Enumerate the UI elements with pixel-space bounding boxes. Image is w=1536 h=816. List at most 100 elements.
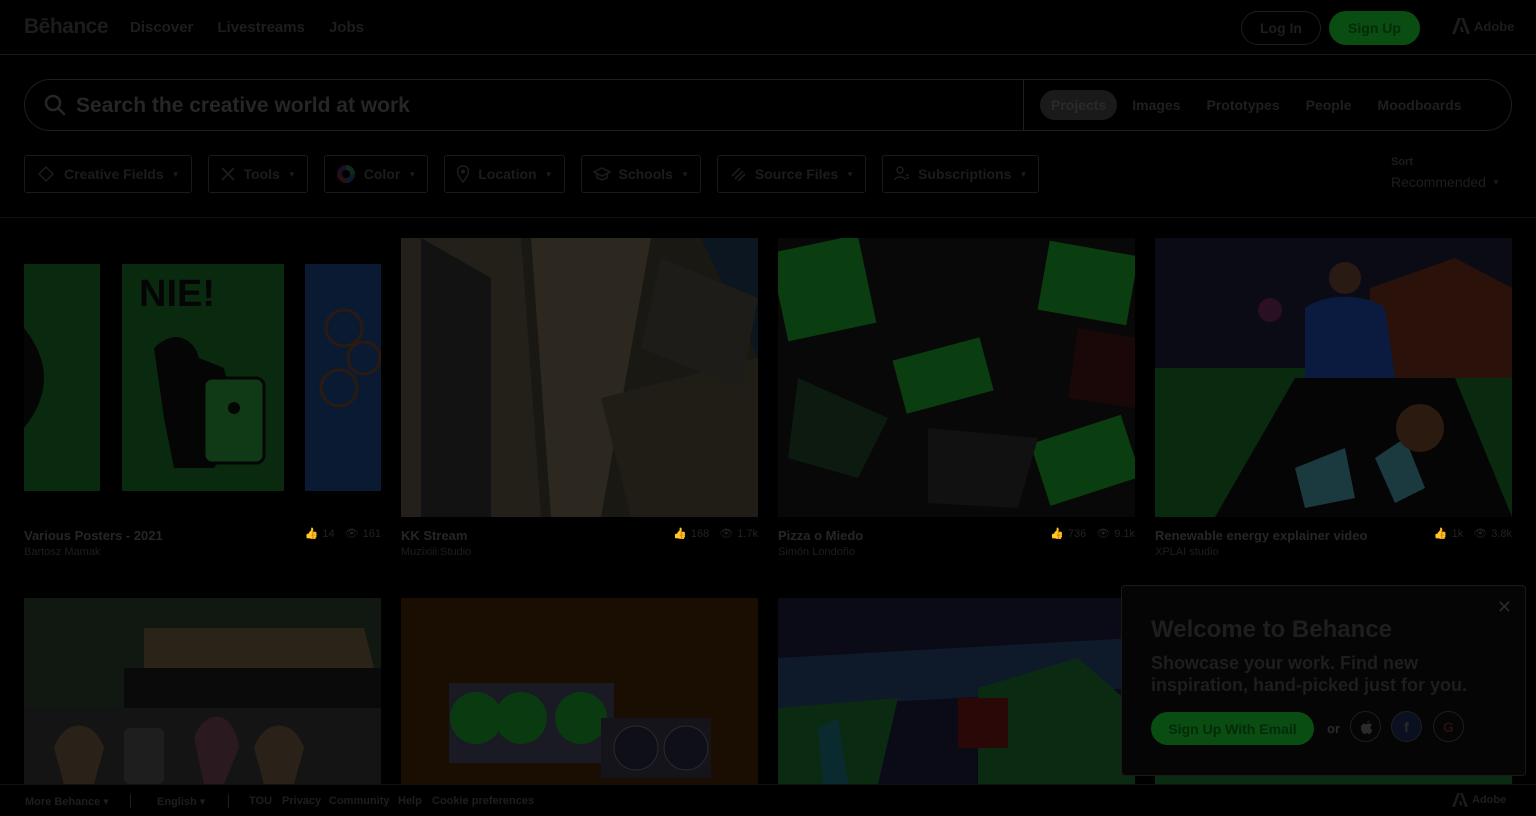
graduation-cap-icon: [592, 167, 611, 181]
sort-select[interactable]: Recommended ▼: [1391, 174, 1500, 190]
project-stats: 👍 736 👁 9.1k: [1050, 527, 1135, 541]
apple-icon: [1360, 719, 1372, 734]
tab-projects[interactable]: Projects: [1040, 90, 1118, 120]
language-select[interactable]: English ▾: [157, 795, 205, 808]
tab-moodboards[interactable]: Moodboards: [1367, 90, 1473, 120]
like-count: 736: [1067, 527, 1087, 540]
project-card[interactable]: [778, 598, 1135, 784]
divider: [0, 217, 1536, 218]
kk-stream-artwork: [401, 238, 758, 517]
thumbs-up-icon: 👍: [1433, 528, 1448, 540]
chevron-down-icon: ▼: [544, 169, 553, 179]
adobe-label: Adobe: [1474, 18, 1515, 34]
signup-email-button[interactable]: Sign Up With Email: [1151, 712, 1314, 745]
footer: More Behance ▾ English ▾ TOU Privacy Com…: [0, 784, 1536, 816]
project-owner[interactable]: Bartosz Mamak: [24, 546, 381, 558]
footer-divider: [228, 794, 229, 808]
filter-schools[interactable]: Schools ▼: [580, 155, 701, 193]
adobe-link[interactable]: Adobe: [1452, 18, 1514, 34]
renewable-energy-artwork: [1155, 238, 1512, 517]
tab-prototypes[interactable]: Prototypes: [1196, 90, 1291, 120]
project-thumbnail[interactable]: [778, 238, 1135, 517]
project-card[interactable]: Pizza o Miedo Simón Londoño 👍 736 👁 9.1k: [778, 238, 1135, 558]
signup-button[interactable]: Sign Up: [1329, 11, 1420, 45]
project-title[interactable]: Various Posters - 2021: [24, 527, 264, 545]
footer-adobe-link[interactable]: Adobe: [1452, 793, 1506, 807]
project-thumbnail[interactable]: [401, 238, 758, 517]
project-owner[interactable]: Simón Londoño: [778, 546, 1135, 558]
tools-icon: [220, 167, 235, 181]
project-title[interactable]: Renewable energy explainer video: [1155, 527, 1395, 545]
tab-people[interactable]: People: [1295, 90, 1363, 120]
chevron-down-icon: ▼: [1019, 169, 1028, 179]
tab-images[interactable]: Images: [1121, 90, 1191, 120]
chevron-down-icon: ▼: [171, 169, 180, 179]
svg-text:NIE!: NIE!: [139, 273, 215, 315]
facebook-icon: f: [1404, 718, 1409, 735]
like-count: 168: [690, 527, 710, 540]
project-card[interactable]: Renewable energy explainer video XPLAI s…: [1155, 238, 1512, 558]
filter-color[interactable]: Color ▼: [323, 155, 429, 193]
project-thumbnail[interactable]: [401, 598, 758, 784]
filter-source-files[interactable]: Source Files ▼: [716, 155, 867, 193]
nav-livestreams[interactable]: Livestreams: [217, 19, 305, 36]
sort-label: Sort: [1391, 156, 1413, 168]
welcome-title: Welcome to Behance: [1151, 616, 1392, 643]
search-icon: [44, 94, 66, 116]
nav-links: Discover Livestreams Jobs: [130, 19, 364, 36]
project-thumbnail[interactable]: NIE!: [24, 238, 381, 517]
project-thumbnail[interactable]: [778, 598, 1135, 784]
footer-link-cookie-preferences[interactable]: Cookie preferences: [432, 795, 534, 807]
footer-link-privacy[interactable]: Privacy: [282, 795, 321, 807]
search-input[interactable]: [76, 92, 976, 120]
thumbs-up-icon: 👍: [1050, 528, 1064, 540]
sort-control[interactable]: Sort Recommended ▼: [1391, 156, 1500, 190]
filter-label: Tools: [243, 166, 280, 182]
filter-subscriptions[interactable]: Subscriptions ▼: [882, 155, 1040, 193]
posters-artwork: NIE!: [24, 238, 381, 517]
welcome-dialog: ✕ Welcome to Behance Showcase your work.…: [1121, 585, 1526, 776]
project-thumbnail[interactable]: [1155, 238, 1512, 517]
project-card[interactable]: KK Stream Muzixiii Studio 👍 168 👁 1.7k: [401, 238, 758, 558]
filter-label: Schools: [618, 166, 673, 182]
filter-label: Location: [478, 166, 537, 182]
footer-link-tou[interactable]: TOU: [249, 795, 272, 807]
nav-discover[interactable]: Discover: [130, 19, 193, 36]
eye-icon: 👁: [719, 528, 734, 540]
project-title[interactable]: KK Stream: [401, 527, 641, 545]
search-type-tabs: Projects Images Prototypes People Moodbo…: [1040, 90, 1473, 120]
project-card[interactable]: [401, 598, 758, 784]
behance-logo[interactable]: Bēhance: [24, 15, 109, 39]
adobe-label: Adobe: [1472, 794, 1507, 806]
google-signin-button[interactable]: G: [1433, 711, 1464, 742]
footer-link-community[interactable]: Community: [329, 795, 390, 807]
project-title[interactable]: Pizza o Miedo: [778, 527, 1018, 545]
login-button[interactable]: Log In: [1241, 11, 1321, 45]
project-owner[interactable]: XPLAI studio: [1155, 546, 1512, 558]
project-thumbnail[interactable]: [24, 598, 381, 784]
project-stats: 👍 14 👁 161: [305, 527, 381, 541]
project-stats: 👍 168 👁 1.7k: [673, 527, 758, 541]
footer-divider: [130, 794, 131, 808]
filter-creative-fields[interactable]: Creative Fields ▼: [24, 155, 192, 193]
view-count: 3.8k: [1491, 527, 1512, 540]
chevron-down-icon: ▼: [287, 169, 296, 179]
filter-bar: Creative Fields ▼ Tools ▼ Color ▼ Locati…: [24, 155, 1040, 193]
illustration-artwork: [778, 598, 1135, 784]
nav-jobs[interactable]: Jobs: [329, 19, 364, 36]
project-card[interactable]: [24, 598, 381, 784]
pizza-o-miedo-artwork: [778, 238, 1135, 517]
or-label: or: [1327, 721, 1340, 736]
filter-label: Source Files: [754, 166, 839, 182]
filter-location[interactable]: Location ▼: [444, 155, 565, 193]
more-behance-menu[interactable]: More Behance ▾: [25, 795, 109, 808]
apple-signin-button[interactable]: [1350, 711, 1381, 742]
project-owner[interactable]: Muzixiii Studio: [401, 546, 758, 558]
view-count: 161: [362, 527, 381, 540]
filter-tools[interactable]: Tools ▼: [207, 155, 308, 193]
close-icon[interactable]: ✕: [1497, 597, 1512, 618]
project-card[interactable]: NIE! Various Posters - 2021 Bartosz Mama…: [24, 238, 381, 558]
facebook-signin-button[interactable]: f: [1391, 711, 1422, 742]
footer-link-help[interactable]: Help: [398, 795, 422, 807]
welcome-body: Showcase your work. Find new inspiration…: [1151, 653, 1468, 695]
